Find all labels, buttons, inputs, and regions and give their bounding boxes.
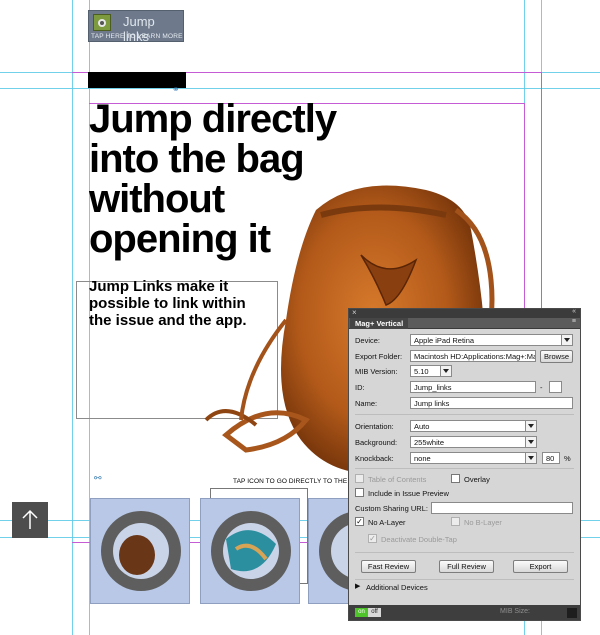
overlay-label: Overlay bbox=[464, 475, 490, 484]
knockback-percent-field[interactable]: 80 bbox=[542, 452, 560, 464]
guide-vertical bbox=[72, 0, 73, 635]
no-a-layer-checkbox[interactable]: ✓ bbox=[355, 517, 364, 526]
no-a-layer-label: No A-Layer bbox=[368, 518, 406, 527]
device-select[interactable]: Apple iPad Retina bbox=[410, 334, 573, 346]
divider bbox=[355, 468, 574, 469]
panel-menu-icon[interactable]: ≡ bbox=[572, 318, 576, 325]
id-suffix-field[interactable] bbox=[549, 381, 562, 393]
toggle-on[interactable]: on bbox=[355, 608, 368, 617]
custom-sharing-field[interactable] bbox=[431, 502, 573, 514]
deactivate-double-tap-checkbox[interactable]: ✓ bbox=[368, 534, 377, 543]
name-label: Name: bbox=[355, 399, 378, 408]
custom-sharing-label: Custom Sharing URL: bbox=[355, 504, 428, 513]
orientation-label: Orientation: bbox=[355, 422, 394, 431]
no-b-layer-checkbox[interactable] bbox=[451, 517, 460, 526]
knockback-label: Knockback: bbox=[355, 454, 394, 463]
link-icon: ⚯ bbox=[94, 473, 102, 483]
overlay-checkbox[interactable] bbox=[451, 474, 460, 483]
toggle-off[interactable]: off bbox=[368, 608, 381, 617]
thumbnail-button[interactable] bbox=[90, 498, 190, 604]
additional-devices-label[interactable]: Additional Devices bbox=[366, 583, 428, 592]
background-select[interactable]: 255white bbox=[410, 436, 537, 448]
close-icon[interactable]: × bbox=[352, 308, 357, 317]
jump-links-subtitle: TAP HERE TO LEARN MORE bbox=[91, 33, 183, 40]
browse-button[interactable]: Browse bbox=[540, 350, 573, 363]
id-label: ID: bbox=[355, 383, 365, 392]
tap-instruction: TAP ICON TO GO DIRECTLY TO THE bbox=[233, 478, 348, 485]
arrow-up-button[interactable] bbox=[12, 502, 48, 538]
mib-version-select[interactable]: 5.10 bbox=[410, 365, 452, 377]
orientation-select[interactable]: Auto bbox=[410, 420, 537, 432]
panel-footer: on off MIB Size: bbox=[349, 605, 580, 620]
full-review-button[interactable]: Full Review bbox=[439, 560, 494, 573]
mib-size-label: MIB Size: bbox=[500, 608, 530, 615]
divider bbox=[355, 579, 574, 580]
disclosure-triangle-icon[interactable]: ▶ bbox=[355, 582, 360, 590]
no-b-layer-label: No B-Layer bbox=[464, 518, 502, 527]
mib-version-label: MIB Version: bbox=[355, 367, 398, 376]
issue-preview-checkbox[interactable] bbox=[355, 488, 364, 497]
name-field[interactable]: Jump links bbox=[410, 397, 573, 409]
divider bbox=[355, 552, 574, 553]
collapse-icon[interactable]: « bbox=[572, 308, 576, 315]
arrow-up-icon bbox=[22, 509, 38, 529]
link-icon: ⚭ bbox=[172, 84, 180, 94]
fast-review-button[interactable]: Fast Review bbox=[361, 560, 416, 573]
camera-icon bbox=[93, 14, 111, 31]
id-dash: - bbox=[540, 383, 543, 392]
background-label: Background: bbox=[355, 438, 398, 447]
export-button[interactable]: Export bbox=[513, 560, 568, 573]
issue-preview-label: Include in Issue Preview bbox=[368, 489, 449, 498]
panel-titlebar: × « bbox=[349, 308, 580, 318]
export-folder-label: Export Folder: bbox=[355, 352, 403, 361]
deactivate-double-tap-label: Deactivate Double-Tap bbox=[381, 535, 457, 544]
divider bbox=[355, 414, 574, 415]
jump-links-badge[interactable]: Jump links TAP HERE TO LEARN MORE bbox=[88, 10, 184, 44]
knockback-select[interactable]: none bbox=[410, 452, 537, 464]
magplus-panel: × « Mag+ Vertical ≡ Device: Apple iPad R… bbox=[348, 308, 581, 621]
guide-horizontal bbox=[0, 88, 600, 89]
id-field[interactable]: Jump_links bbox=[410, 381, 536, 393]
percent-sign: % bbox=[564, 454, 571, 463]
panel-tab[interactable]: Mag+ Vertical bbox=[350, 318, 409, 329]
device-label: Device: bbox=[355, 336, 381, 345]
thumbnail-button[interactable] bbox=[308, 498, 399, 604]
export-folder-field[interactable]: Macintosh HD:Applications:Mag+:Mag+ P bbox=[410, 350, 536, 362]
toc-label: Table of Contents bbox=[368, 475, 427, 484]
panel-tabbar: Mag+ Vertical ≡ bbox=[349, 318, 580, 329]
toc-checkbox[interactable] bbox=[355, 474, 364, 483]
resize-handle[interactable] bbox=[567, 608, 577, 618]
thumbnail-button[interactable] bbox=[200, 498, 300, 604]
